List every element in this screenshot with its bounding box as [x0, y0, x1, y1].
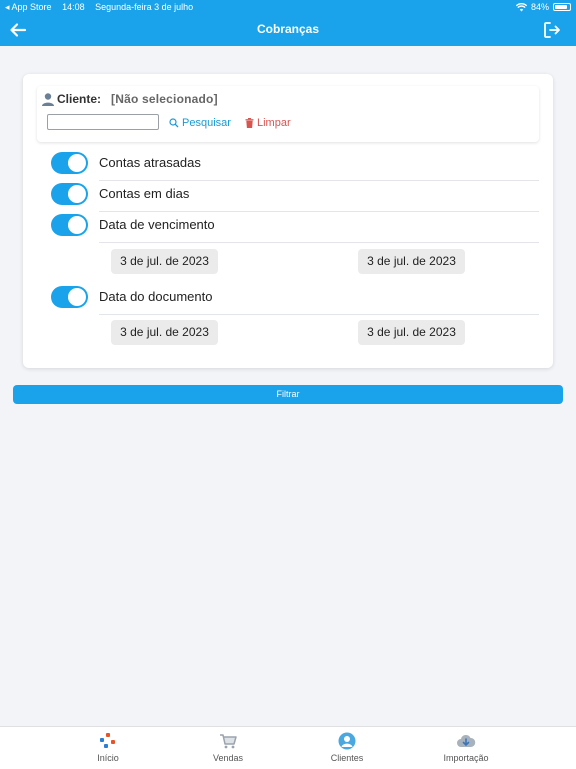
client-selector: Cliente: [Não selecionado] Pesquisar Lim…: [37, 86, 539, 142]
search-icon: [169, 118, 179, 128]
option-label: Contas em dias: [99, 186, 190, 201]
clear-button[interactable]: Limpar: [245, 117, 291, 129]
cart-icon: [220, 734, 237, 749]
option-data-vencimento: Data de vencimento: [51, 212, 539, 243]
tab-label: Clientes: [330, 753, 364, 763]
toggle-contas-em-dias[interactable]: [51, 183, 88, 205]
status-time: 14:08: [62, 2, 85, 12]
option-data-documento: Data do documento: [51, 284, 539, 315]
tab-label: Importação: [443, 753, 489, 763]
battery-percent: 84%: [530, 2, 549, 12]
toggle-data-vencimento[interactable]: [51, 214, 88, 236]
tab-vendas[interactable]: Vendas: [188, 731, 268, 763]
battery-icon: [553, 3, 571, 11]
search-label: Pesquisar: [182, 117, 231, 129]
documento-end-date[interactable]: 3 de jul. de 2023: [358, 320, 465, 345]
user-icon: [42, 93, 54, 106]
option-contas-atrasadas: Contas atrasadas: [51, 150, 539, 181]
option-label: Data do documento: [99, 289, 213, 304]
user-circle-icon: [338, 732, 356, 750]
option-contas-em-dias: Contas em dias: [51, 181, 539, 212]
tab-importacao[interactable]: Importação: [426, 731, 506, 763]
toggle-data-documento[interactable]: [51, 286, 88, 308]
status-bar: ◂ App Store 14:08 Segunda-feira 3 de jul…: [0, 0, 576, 14]
wifi-icon: [515, 2, 527, 11]
page-title: Cobranças: [256, 22, 320, 36]
tab-inicio[interactable]: Início: [68, 731, 148, 763]
clear-label: Limpar: [257, 117, 291, 129]
tab-label: Início: [97, 753, 119, 763]
tab-label: Vendas: [212, 753, 244, 763]
back-to-app-store[interactable]: ◂ App Store: [5, 2, 52, 12]
top-bar: ◂ App Store 14:08 Segunda-feira 3 de jul…: [0, 0, 576, 46]
documento-start-date[interactable]: 3 de jul. de 2023: [111, 320, 218, 345]
client-label: Cliente:: [57, 92, 102, 106]
trash-icon: [245, 118, 254, 128]
filter-card: Cliente: [Não selecionado] Pesquisar Lim…: [23, 74, 553, 368]
client-search-input[interactable]: [47, 114, 159, 130]
toggle-contas-atrasadas[interactable]: [51, 152, 88, 174]
search-button[interactable]: Pesquisar: [169, 117, 231, 129]
logout-icon[interactable]: [542, 20, 562, 40]
status-date: Segunda-feira 3 de julho: [95, 2, 194, 12]
home-dots-icon: [100, 733, 115, 748]
vencimento-start-date[interactable]: 3 de jul. de 2023: [111, 249, 218, 274]
filter-button[interactable]: Filtrar: [13, 385, 563, 404]
vencimento-end-date[interactable]: 3 de jul. de 2023: [358, 249, 465, 274]
bottom-tab-bar: Início Vendas Clientes Importação: [0, 726, 576, 769]
option-label: Contas atrasadas: [99, 155, 201, 170]
tab-clientes[interactable]: Clientes: [307, 731, 387, 763]
option-label: Data de vencimento: [99, 217, 215, 232]
client-value: [Não selecionado]: [111, 92, 218, 106]
cloud-download-icon: [457, 734, 476, 747]
